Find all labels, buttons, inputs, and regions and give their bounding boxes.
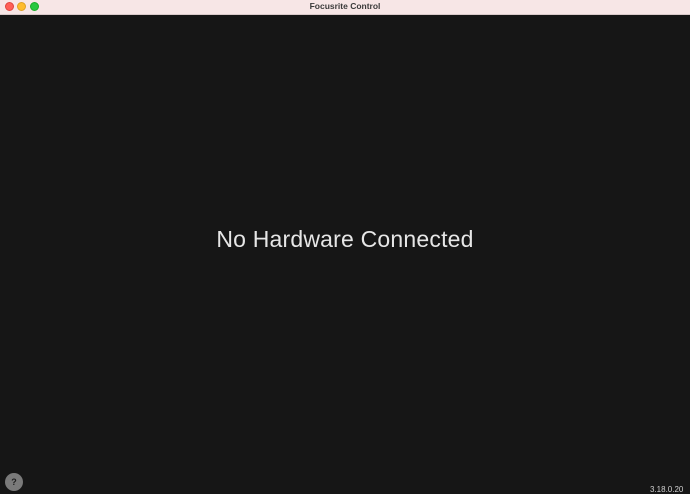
app-window: Focusrite Control No Hardware Connected … [0, 0, 690, 494]
version-label: 3.18.0.20 [650, 485, 684, 494]
help-button[interactable]: ? [5, 473, 23, 491]
no-hardware-message: No Hardware Connected [216, 226, 474, 252]
title-bar[interactable]: Focusrite Control [0, 0, 690, 15]
main-content [0, 15, 690, 494]
window-title: Focusrite Control [309, 1, 381, 11]
